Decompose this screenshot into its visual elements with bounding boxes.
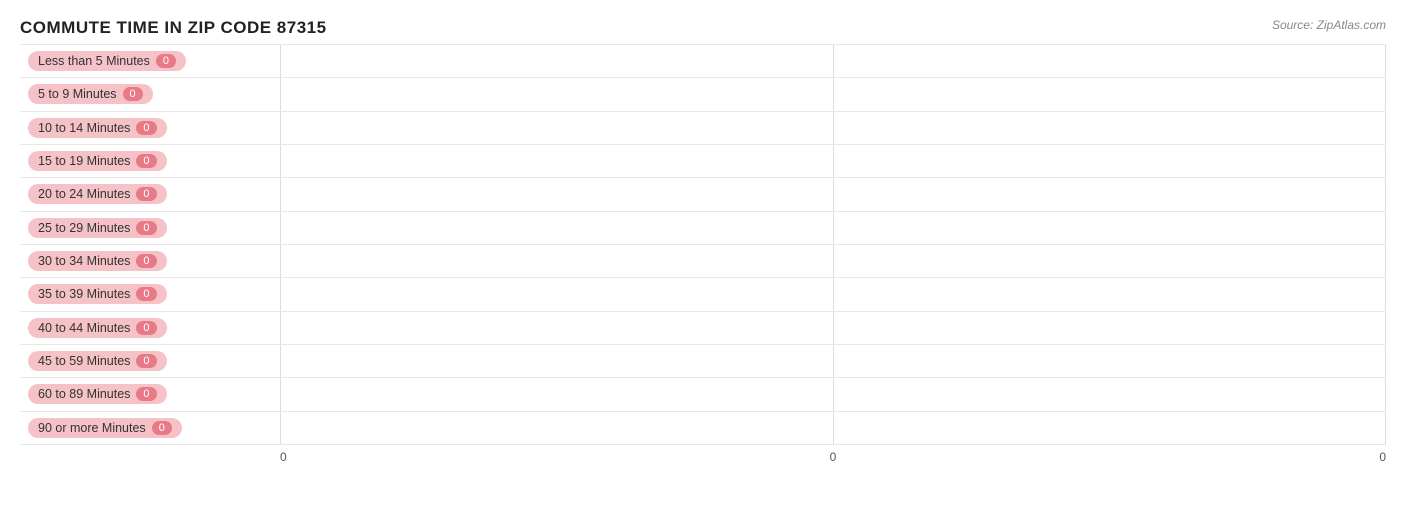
bar-track (280, 245, 1386, 277)
table-row: 30 to 34 Minutes 0 (20, 245, 1386, 278)
bar-value-badge: 0 (136, 221, 156, 235)
table-row: 90 or more Minutes 0 (20, 412, 1386, 445)
table-row: Less than 5 Minutes 0 (20, 44, 1386, 78)
bar-label-text: 40 to 44 Minutes (38, 321, 130, 335)
bar-track (280, 145, 1386, 177)
table-row: 60 to 89 Minutes 0 (20, 378, 1386, 411)
bar-label-text: 90 or more Minutes (38, 421, 146, 435)
bar-value-badge: 0 (136, 154, 156, 168)
bar-track (280, 178, 1386, 210)
source-label: Source: ZipAtlas.com (1272, 18, 1386, 32)
bar-label-area: 5 to 9 Minutes 0 (20, 84, 280, 104)
chart-container: COMMUTE TIME IN ZIP CODE 87315 Source: Z… (0, 0, 1406, 523)
chart-title: COMMUTE TIME IN ZIP CODE 87315 (20, 18, 1386, 38)
bar-label-text: Less than 5 Minutes (38, 54, 150, 68)
bar-track (280, 378, 1386, 410)
bar-value-badge: 0 (123, 87, 143, 101)
bar-label-area: Less than 5 Minutes 0 (20, 51, 280, 71)
bar-track (280, 278, 1386, 310)
bar-value-badge: 0 (136, 321, 156, 335)
bar-label-text: 25 to 29 Minutes (38, 221, 130, 235)
bar-value-badge: 0 (152, 421, 172, 435)
table-row: 45 to 59 Minutes 0 (20, 345, 1386, 378)
bar-label-area: 10 to 14 Minutes 0 (20, 118, 280, 138)
x-axis: 0 0 0 (280, 445, 1386, 469)
bar-label-text: 20 to 24 Minutes (38, 187, 130, 201)
x-label-3: 0 (1379, 450, 1386, 464)
bar-track (280, 212, 1386, 244)
bar-track (280, 78, 1386, 110)
bar-label-area: 60 to 89 Minutes 0 (20, 384, 280, 404)
bar-label-pill: 35 to 39 Minutes 0 (28, 284, 167, 304)
bar-label-text: 5 to 9 Minutes (38, 87, 117, 101)
bar-track (280, 112, 1386, 144)
bar-label-pill: 10 to 14 Minutes 0 (28, 118, 167, 138)
bar-label-pill: 15 to 19 Minutes 0 (28, 151, 167, 171)
x-label-1: 0 (280, 450, 287, 464)
chart-area: Less than 5 Minutes 0 5 to 9 Minutes 0 1 (20, 44, 1386, 469)
bar-label-pill: 40 to 44 Minutes 0 (28, 318, 167, 338)
bar-label-pill: 25 to 29 Minutes 0 (28, 218, 167, 238)
bar-label-area: 45 to 59 Minutes 0 (20, 351, 280, 371)
bar-label-pill: 45 to 59 Minutes 0 (28, 351, 167, 371)
table-row: 10 to 14 Minutes 0 (20, 112, 1386, 145)
bar-label-area: 30 to 34 Minutes 0 (20, 251, 280, 271)
bar-track (280, 412, 1386, 444)
bar-value-badge: 0 (136, 387, 156, 401)
bar-label-pill: 5 to 9 Minutes 0 (28, 84, 153, 104)
bar-value-badge: 0 (136, 287, 156, 301)
bar-track (280, 45, 1386, 77)
bar-label-area: 40 to 44 Minutes 0 (20, 318, 280, 338)
table-row: 25 to 29 Minutes 0 (20, 212, 1386, 245)
bar-label-pill: 20 to 24 Minutes 0 (28, 184, 167, 204)
bar-label-text: 35 to 39 Minutes (38, 287, 130, 301)
bar-track (280, 312, 1386, 344)
bar-value-badge: 0 (136, 354, 156, 368)
x-label-2: 0 (830, 450, 837, 464)
bar-label-area: 35 to 39 Minutes 0 (20, 284, 280, 304)
bar-label-text: 10 to 14 Minutes (38, 121, 130, 135)
bar-label-pill: 90 or more Minutes 0 (28, 418, 182, 438)
table-row: 20 to 24 Minutes 0 (20, 178, 1386, 211)
rows-container: Less than 5 Minutes 0 5 to 9 Minutes 0 1 (20, 44, 1386, 445)
bar-label-pill: 60 to 89 Minutes 0 (28, 384, 167, 404)
bar-label-area: 90 or more Minutes 0 (20, 418, 280, 438)
table-row: 40 to 44 Minutes 0 (20, 312, 1386, 345)
bar-label-text: 15 to 19 Minutes (38, 154, 130, 168)
bar-label-area: 15 to 19 Minutes 0 (20, 151, 280, 171)
bar-label-text: 45 to 59 Minutes (38, 354, 130, 368)
table-row: 35 to 39 Minutes 0 (20, 278, 1386, 311)
bar-track (280, 345, 1386, 377)
bar-label-text: 30 to 34 Minutes (38, 254, 130, 268)
bar-value-badge: 0 (136, 121, 156, 135)
bar-value-badge: 0 (136, 254, 156, 268)
bar-label-area: 25 to 29 Minutes 0 (20, 218, 280, 238)
table-row: 15 to 19 Minutes 0 (20, 145, 1386, 178)
bar-value-badge: 0 (136, 187, 156, 201)
bar-label-pill: Less than 5 Minutes 0 (28, 51, 186, 71)
table-row: 5 to 9 Minutes 0 (20, 78, 1386, 111)
bar-label-area: 20 to 24 Minutes 0 (20, 184, 280, 204)
bar-value-badge: 0 (156, 54, 176, 68)
bar-label-text: 60 to 89 Minutes (38, 387, 130, 401)
bar-label-pill: 30 to 34 Minutes 0 (28, 251, 167, 271)
